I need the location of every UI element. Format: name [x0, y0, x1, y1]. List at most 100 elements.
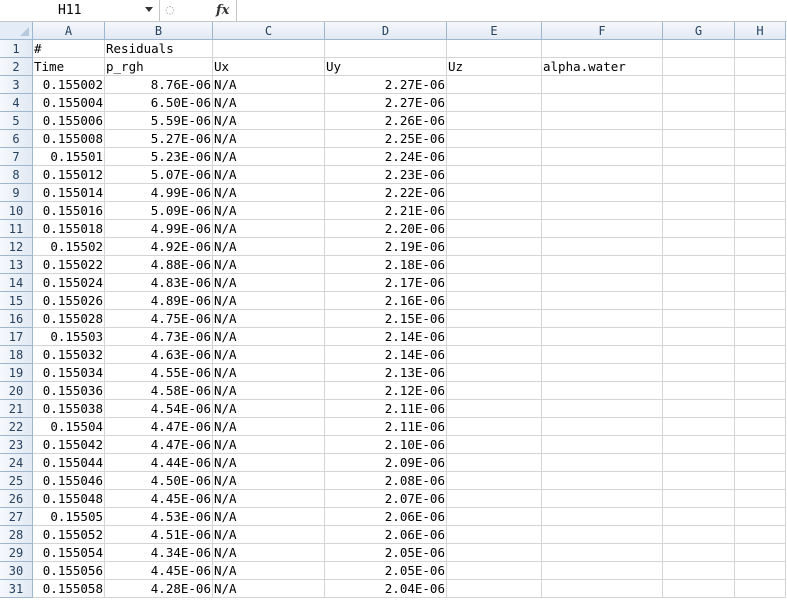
cell-A8[interactable]: 0.155012 — [33, 166, 105, 184]
cell-B27[interactable]: 4.53E-06 — [105, 508, 213, 526]
cell-B12[interactable]: 4.92E-06 — [105, 238, 213, 256]
cell-F14[interactable] — [542, 274, 663, 292]
cell-D11[interactable]: 2.20E-06 — [325, 220, 447, 238]
cell-A21[interactable]: 0.155038 — [33, 400, 105, 418]
cell-E14[interactable] — [447, 274, 542, 292]
cell-F20[interactable] — [542, 382, 663, 400]
row-header-10[interactable]: 10 — [0, 202, 33, 220]
cell-H14[interactable] — [735, 274, 786, 292]
cell-C13[interactable]: N/A — [213, 256, 325, 274]
cell-D21[interactable]: 2.11E-06 — [325, 400, 447, 418]
cell-B10[interactable]: 5.09E-06 — [105, 202, 213, 220]
cell-D30[interactable]: 2.05E-06 — [325, 562, 447, 580]
cell-D23[interactable]: 2.10E-06 — [325, 436, 447, 454]
cell-C24[interactable]: N/A — [213, 454, 325, 472]
cell-C5[interactable]: N/A — [213, 112, 325, 130]
cell-G31[interactable] — [663, 580, 735, 598]
cell-F22[interactable] — [542, 418, 663, 436]
cell-B19[interactable]: 4.55E-06 — [105, 364, 213, 382]
cell-H30[interactable] — [735, 562, 786, 580]
column-header-D[interactable]: D — [325, 22, 447, 40]
cell-E24[interactable] — [447, 454, 542, 472]
cell-F6[interactable] — [542, 130, 663, 148]
cell-C2[interactable]: Ux — [213, 58, 325, 76]
cell-D17[interactable]: 2.14E-06 — [325, 328, 447, 346]
cell-B16[interactable]: 4.75E-06 — [105, 310, 213, 328]
cell-B5[interactable]: 5.59E-06 — [105, 112, 213, 130]
cell-A11[interactable]: 0.155018 — [33, 220, 105, 238]
cell-E17[interactable] — [447, 328, 542, 346]
formula-bar-splitter-icon[interactable]: ◌ — [160, 2, 180, 19]
cell-A7[interactable]: 0.15501 — [33, 148, 105, 166]
cell-A9[interactable]: 0.155014 — [33, 184, 105, 202]
cell-G11[interactable] — [663, 220, 735, 238]
column-header-C[interactable]: C — [213, 22, 325, 40]
cell-B24[interactable]: 4.44E-06 — [105, 454, 213, 472]
cell-B15[interactable]: 4.89E-06 — [105, 292, 213, 310]
cell-G26[interactable] — [663, 490, 735, 508]
cell-E15[interactable] — [447, 292, 542, 310]
cell-A4[interactable]: 0.155004 — [33, 94, 105, 112]
cell-F13[interactable] — [542, 256, 663, 274]
cell-B31[interactable]: 4.28E-06 — [105, 580, 213, 598]
cell-D3[interactable]: 2.27E-06 — [325, 76, 447, 94]
cell-H6[interactable] — [735, 130, 786, 148]
cell-C17[interactable]: N/A — [213, 328, 325, 346]
cell-D6[interactable]: 2.25E-06 — [325, 130, 447, 148]
cell-G13[interactable] — [663, 256, 735, 274]
cell-E9[interactable] — [447, 184, 542, 202]
cell-A22[interactable]: 0.15504 — [33, 418, 105, 436]
cell-G29[interactable] — [663, 544, 735, 562]
cell-E25[interactable] — [447, 472, 542, 490]
cell-H20[interactable] — [735, 382, 786, 400]
cell-F1[interactable] — [542, 40, 663, 58]
cell-B25[interactable]: 4.50E-06 — [105, 472, 213, 490]
row-header-26[interactable]: 26 — [0, 490, 33, 508]
cell-H21[interactable] — [735, 400, 786, 418]
cell-C12[interactable]: N/A — [213, 238, 325, 256]
cell-F15[interactable] — [542, 292, 663, 310]
cell-A16[interactable]: 0.155028 — [33, 310, 105, 328]
cell-H10[interactable] — [735, 202, 786, 220]
select-all-corner[interactable] — [0, 22, 33, 40]
cell-F9[interactable] — [542, 184, 663, 202]
row-header-21[interactable]: 21 — [0, 400, 33, 418]
cell-D16[interactable]: 2.15E-06 — [325, 310, 447, 328]
cell-G6[interactable] — [663, 130, 735, 148]
cell-H26[interactable] — [735, 490, 786, 508]
cell-A14[interactable]: 0.155024 — [33, 274, 105, 292]
column-header-B[interactable]: B — [105, 22, 213, 40]
column-header-F[interactable]: F — [542, 22, 663, 40]
cell-F29[interactable] — [542, 544, 663, 562]
cell-F12[interactable] — [542, 238, 663, 256]
cell-B21[interactable]: 4.54E-06 — [105, 400, 213, 418]
cell-C8[interactable]: N/A — [213, 166, 325, 184]
cell-B6[interactable]: 5.27E-06 — [105, 130, 213, 148]
cell-A5[interactable]: 0.155006 — [33, 112, 105, 130]
row-header-27[interactable]: 27 — [0, 508, 33, 526]
cell-D9[interactable]: 2.22E-06 — [325, 184, 447, 202]
column-header-E[interactable]: E — [447, 22, 542, 40]
row-header-16[interactable]: 16 — [0, 310, 33, 328]
cell-B30[interactable]: 4.45E-06 — [105, 562, 213, 580]
cell-H8[interactable] — [735, 166, 786, 184]
row-header-18[interactable]: 18 — [0, 346, 33, 364]
cell-A31[interactable]: 0.155058 — [33, 580, 105, 598]
cell-C19[interactable]: N/A — [213, 364, 325, 382]
cell-D25[interactable]: 2.08E-06 — [325, 472, 447, 490]
cell-C6[interactable]: N/A — [213, 130, 325, 148]
cell-F28[interactable] — [542, 526, 663, 544]
cell-G21[interactable] — [663, 400, 735, 418]
cell-D29[interactable]: 2.05E-06 — [325, 544, 447, 562]
cell-A29[interactable]: 0.155054 — [33, 544, 105, 562]
cell-H19[interactable] — [735, 364, 786, 382]
row-header-23[interactable]: 23 — [0, 436, 33, 454]
cell-A2[interactable]: Time — [33, 58, 105, 76]
cell-C9[interactable]: N/A — [213, 184, 325, 202]
cell-A28[interactable]: 0.155052 — [33, 526, 105, 544]
cell-E13[interactable] — [447, 256, 542, 274]
cell-C4[interactable]: N/A — [213, 94, 325, 112]
row-header-4[interactable]: 4 — [0, 94, 33, 112]
cell-E11[interactable] — [447, 220, 542, 238]
cell-E8[interactable] — [447, 166, 542, 184]
